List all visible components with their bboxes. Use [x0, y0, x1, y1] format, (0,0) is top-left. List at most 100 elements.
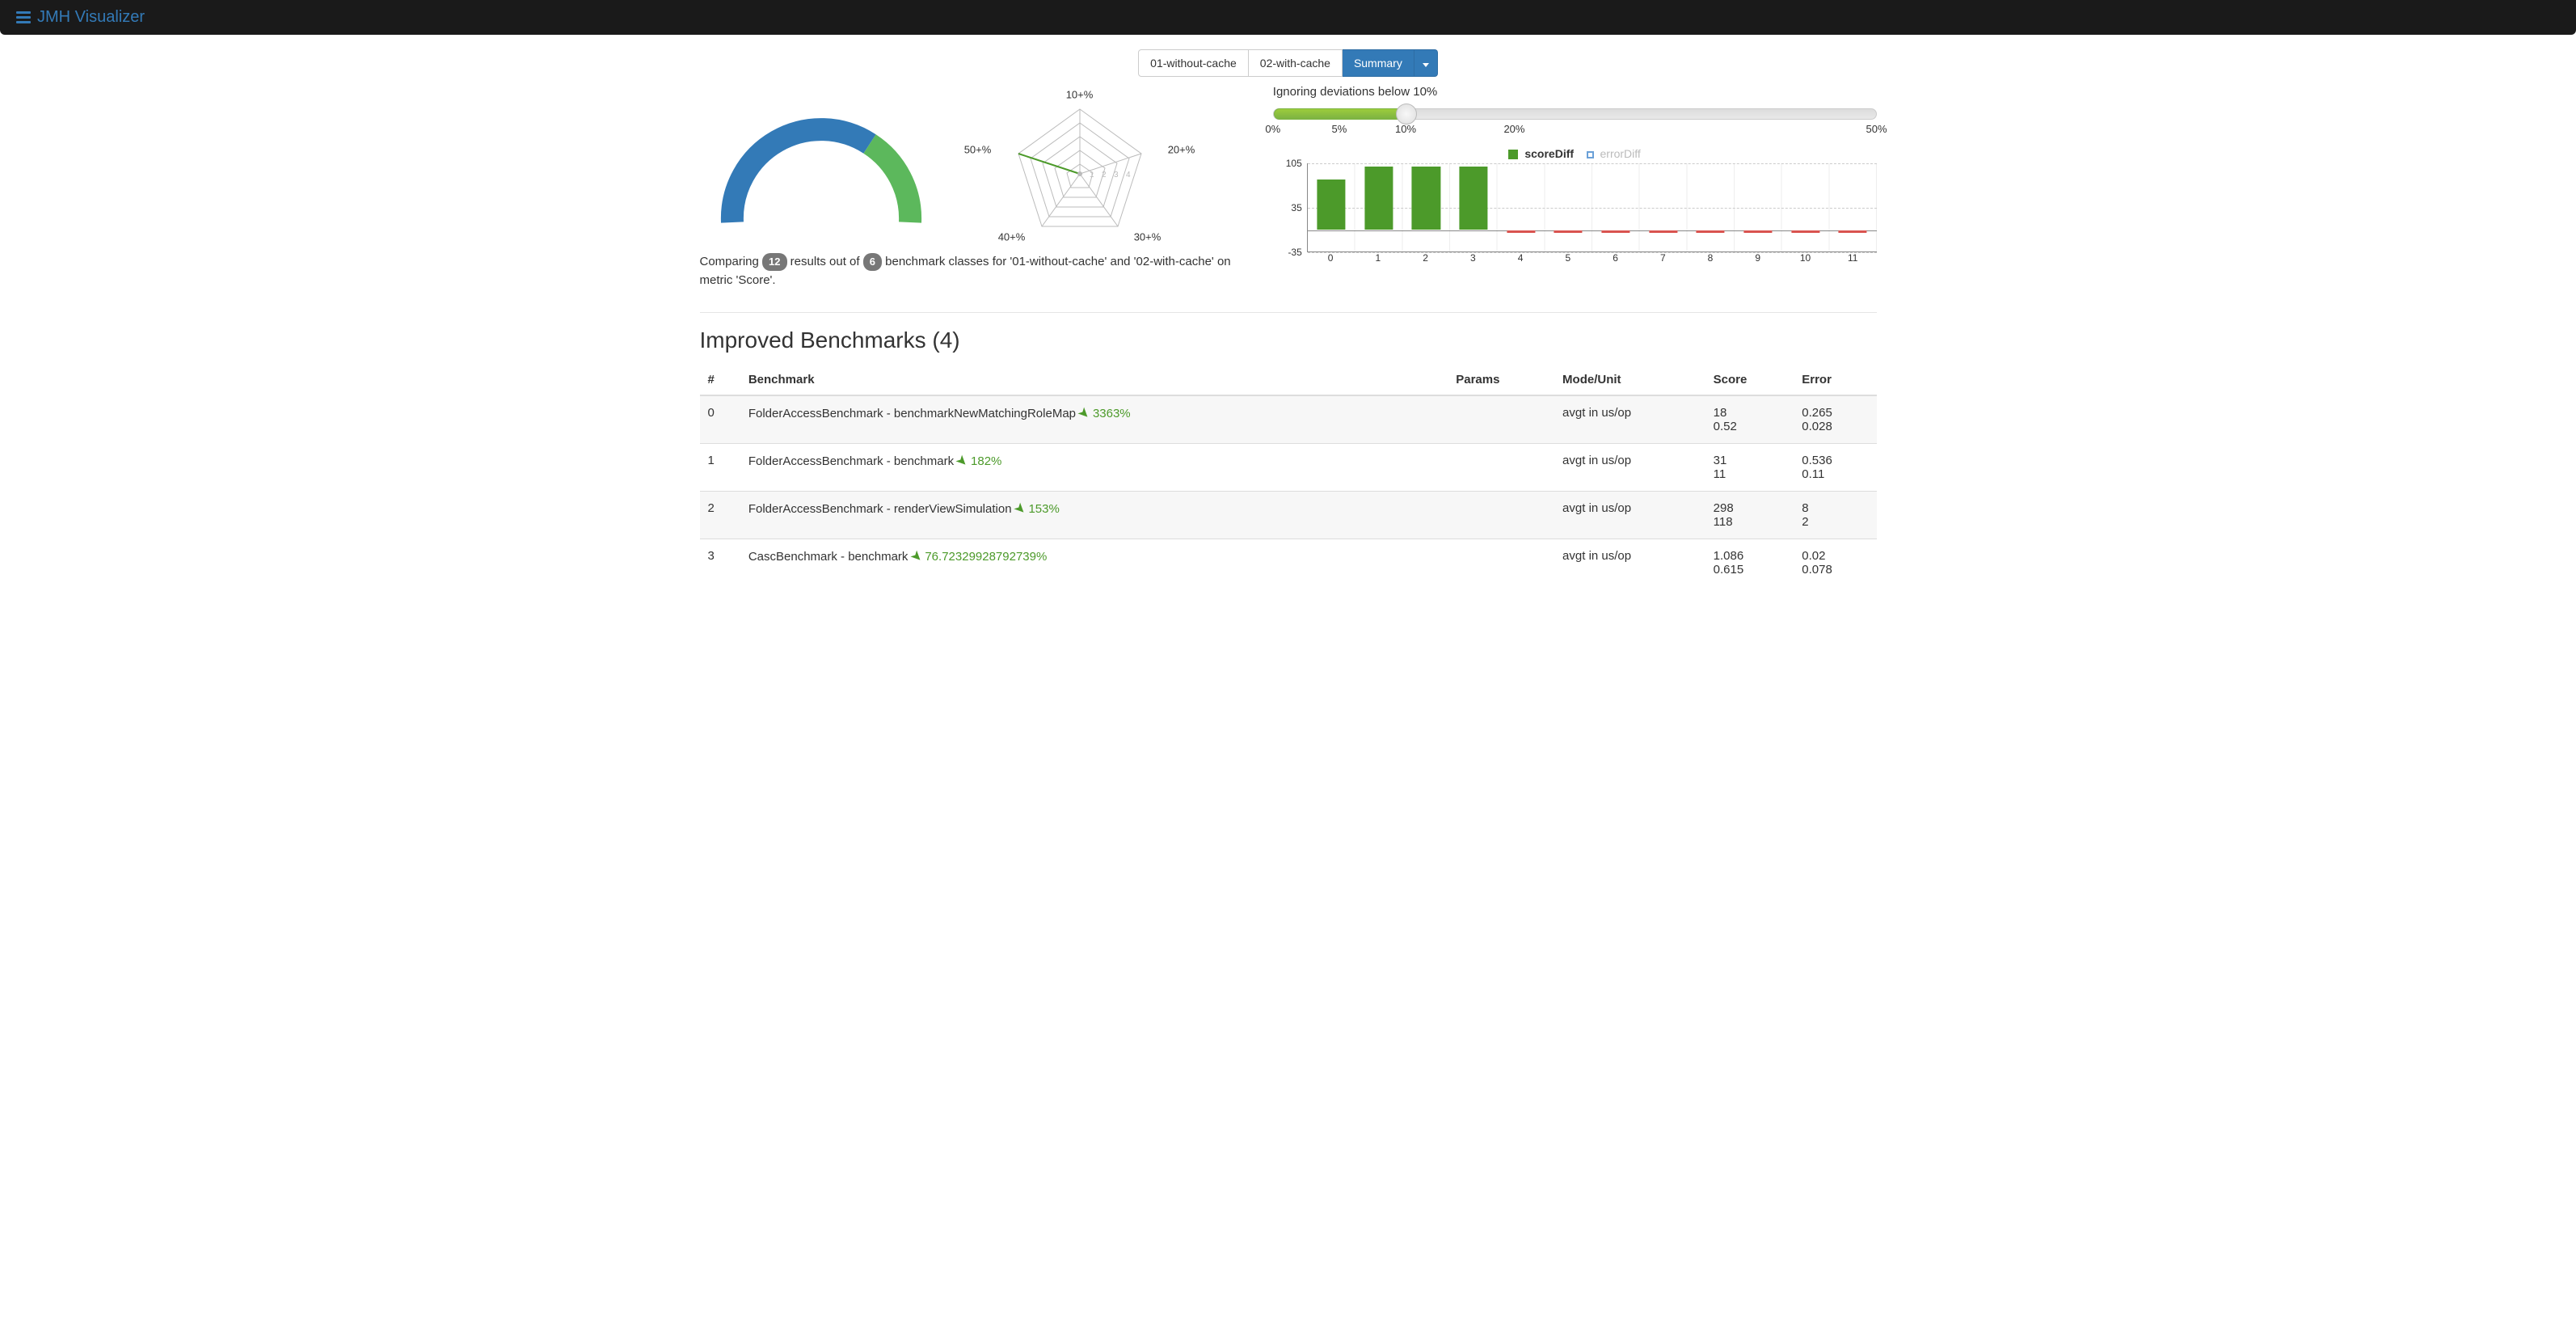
slider-tick: 10%	[1395, 123, 1416, 135]
table-row[interactable]: 1FolderAccessBenchmark - benchmark ➤ 182…	[700, 444, 1877, 492]
cell-score: 3111	[1705, 444, 1794, 492]
cell-benchmark: FolderAccessBenchmark - renderViewSimula…	[740, 492, 1448, 539]
tab-02-with-cache[interactable]: 02-with-cache	[1249, 49, 1343, 77]
bar[interactable]	[1318, 180, 1346, 230]
arrow-up-icon: ➤	[954, 452, 972, 470]
radar-label-20: 20+%	[1168, 144, 1195, 156]
badge-classes: 6	[863, 253, 882, 271]
bar[interactable]	[1364, 167, 1393, 230]
cell-benchmark: FolderAccessBenchmark - benchmarkNewMatc…	[740, 395, 1448, 444]
x-tick: 5	[1544, 252, 1592, 264]
legend-errordiff[interactable]: errorDiff	[1600, 147, 1641, 160]
table-row[interactable]: 0FolderAccessBenchmark - benchmarkNewMat…	[700, 395, 1877, 444]
brand[interactable]: JMH Visualizer	[16, 8, 145, 27]
tab-group: 01-without-cache 02-with-cache Summary	[700, 49, 1877, 77]
table-row[interactable]: 3CascBenchmark - benchmark ➤ 76.72329928…	[700, 539, 1877, 587]
bar[interactable]	[1791, 230, 1819, 234]
slider-tick: 5%	[1332, 123, 1347, 135]
cell-pct: 153%	[1028, 502, 1059, 516]
y-tick: 105	[1286, 158, 1302, 169]
cell-index: 0	[700, 395, 740, 444]
x-tick: 2	[1402, 252, 1449, 264]
benchmark-table: # Benchmark Params Mode/Unit Score Error…	[700, 365, 1877, 586]
arrow-up-icon: ➤	[1011, 500, 1029, 517]
bar[interactable]	[1697, 230, 1725, 234]
tab-01-without-cache[interactable]: 01-without-cache	[1138, 49, 1249, 77]
x-tick: 8	[1687, 252, 1735, 264]
cell-pct: 3363%	[1093, 407, 1131, 420]
th-error: Error	[1794, 365, 1876, 395]
slider-label: Ignoring deviations below 10%	[1273, 85, 1877, 99]
section-title: Improved Benchmarks (4)	[700, 327, 1877, 353]
radar-label-30: 30+%	[1134, 231, 1162, 243]
cell-index: 2	[700, 492, 740, 539]
x-tick: 9	[1734, 252, 1781, 264]
cell-error: 0.2650.028	[1794, 395, 1876, 444]
slider-thumb[interactable]	[1396, 103, 1417, 125]
brand-title: JMH Visualizer	[37, 8, 145, 27]
arrow-up-icon: ➤	[908, 547, 925, 565]
cell-params	[1448, 539, 1554, 587]
bar[interactable]	[1601, 230, 1629, 234]
x-tick: 1	[1355, 252, 1402, 264]
cell-benchmark: FolderAccessBenchmark - benchmark ➤ 182%	[740, 444, 1448, 492]
deviation-slider[interactable]	[1273, 108, 1877, 120]
radar-label-10: 10+%	[1066, 89, 1094, 101]
summary-text: Comparing 12 results out of 6 benchmark …	[700, 253, 1257, 289]
menu-icon[interactable]	[16, 11, 31, 23]
tab-dropdown-toggle[interactable]	[1414, 49, 1438, 77]
x-tick: 10	[1781, 252, 1829, 264]
legend-square-errordiff	[1587, 151, 1594, 158]
th-mode: Mode/Unit	[1554, 365, 1705, 395]
cell-score: 180.52	[1705, 395, 1794, 444]
tab-summary[interactable]: Summary	[1343, 49, 1414, 77]
legend-scorediff[interactable]: scoreDiff	[1524, 147, 1574, 160]
x-tick: 4	[1497, 252, 1545, 264]
th-score: Score	[1705, 365, 1794, 395]
bar[interactable]	[1412, 167, 1440, 230]
cell-index: 1	[700, 444, 740, 492]
slider-tick: 50%	[1866, 123, 1887, 135]
cell-error: 82	[1794, 492, 1876, 539]
badge-results: 12	[762, 253, 786, 271]
slider-tick: 20%	[1503, 123, 1524, 135]
x-tick: 3	[1449, 252, 1497, 264]
cell-index: 3	[700, 539, 740, 587]
cell-score: 298118	[1705, 492, 1794, 539]
table-row[interactable]: 2FolderAccessBenchmark - renderViewSimul…	[700, 492, 1877, 539]
slider-tick: 0%	[1265, 123, 1280, 135]
bar[interactable]	[1839, 230, 1867, 234]
x-tick: 6	[1592, 252, 1639, 264]
cell-params	[1448, 444, 1554, 492]
y-tick: -35	[1288, 247, 1301, 258]
diff-bar-chart: -3535105 01234567891011	[1273, 163, 1877, 264]
cell-error: 0.020.078	[1794, 539, 1876, 587]
cell-mode: avgt in us/op	[1554, 444, 1705, 492]
cell-mode: avgt in us/op	[1554, 492, 1705, 539]
th-params: Params	[1448, 365, 1554, 395]
cell-pct: 182%	[971, 454, 1001, 468]
radar-label-40: 40+%	[998, 231, 1026, 243]
legend-square-scorediff	[1508, 150, 1518, 159]
svg-text:1: 1	[1090, 171, 1094, 180]
cell-benchmark: CascBenchmark - benchmark ➤ 76.723299287…	[740, 539, 1448, 587]
bar[interactable]	[1459, 167, 1487, 230]
slider-ticks: 0%5%10%20%50%	[1273, 123, 1877, 137]
bar[interactable]	[1554, 230, 1583, 234]
arrow-up-icon: ➤	[1076, 404, 1094, 422]
cell-score: 1.0860.615	[1705, 539, 1794, 587]
radar-chart: 1 2 3 4 10+% 20+% 30+% 40+% 50+%	[959, 85, 1201, 247]
x-tick: 7	[1639, 252, 1687, 264]
th-index: #	[700, 365, 740, 395]
radar-label-50: 50+%	[964, 144, 992, 156]
chevron-down-icon	[1423, 63, 1429, 67]
cell-params	[1448, 395, 1554, 444]
cell-mode: avgt in us/op	[1554, 395, 1705, 444]
bar[interactable]	[1743, 230, 1772, 234]
bar[interactable]	[1507, 230, 1535, 234]
cell-pct: 76.72329928792739%	[925, 550, 1047, 564]
svg-text:3: 3	[1114, 171, 1119, 180]
cell-error: 0.5360.11	[1794, 444, 1876, 492]
bar[interactable]	[1649, 230, 1677, 234]
x-tick: 11	[1829, 252, 1877, 264]
